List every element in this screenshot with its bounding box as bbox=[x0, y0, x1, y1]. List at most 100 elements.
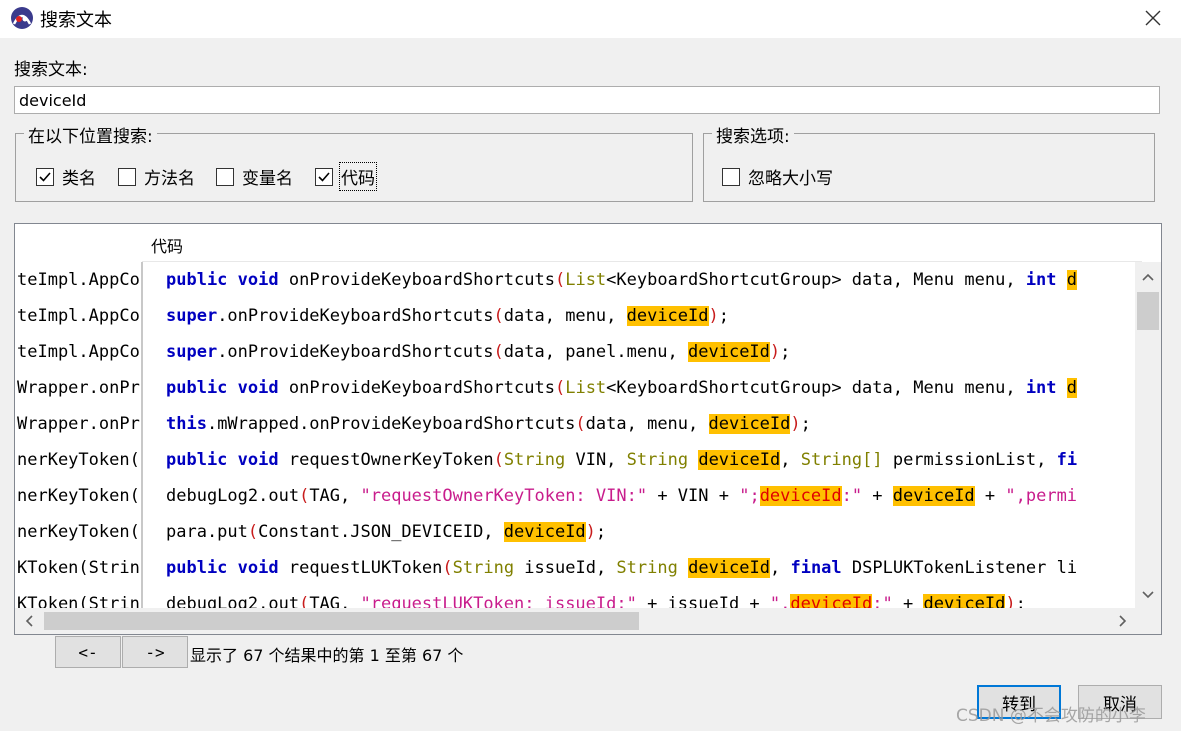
code-token: onProvideKeyboardShortcuts bbox=[278, 270, 555, 290]
prev-page-button[interactable]: <- bbox=[55, 636, 121, 668]
match-highlight: deviceId bbox=[626, 306, 709, 326]
code-token: "; bbox=[739, 486, 760, 506]
result-location-cell[interactable]: Wrapper.onPr bbox=[17, 370, 140, 406]
code-token: int bbox=[1025, 378, 1057, 398]
checkbox-box bbox=[315, 167, 333, 186]
result-location-cell[interactable]: nerKeyToken( bbox=[17, 442, 140, 478]
code-token: permissionList, bbox=[882, 450, 1057, 470]
code-token: ( bbox=[493, 450, 504, 470]
vertical-scrollbar[interactable] bbox=[1135, 262, 1161, 612]
result-code-row[interactable]: this.mWrapped.onProvideKeyboardShortcuts… bbox=[166, 406, 811, 442]
search-options-legend: 搜索选项: bbox=[712, 122, 794, 147]
checkbox-ignore-case[interactable]: 忽略大小写 bbox=[722, 164, 833, 189]
column-header-code[interactable]: 代码 bbox=[142, 224, 1142, 262]
code-token: String bbox=[616, 558, 678, 578]
code-token: ; bbox=[718, 306, 729, 326]
match-highlight: deviceId bbox=[892, 486, 975, 506]
checkbox-label: 代码 bbox=[339, 162, 377, 191]
code-token: fi bbox=[1056, 450, 1078, 470]
code-token: super bbox=[166, 306, 218, 326]
match-highlight: deviceId bbox=[503, 522, 586, 542]
code-token: public bbox=[166, 450, 228, 470]
checkbox-method-name[interactable]: 方法名 bbox=[118, 164, 195, 189]
app-logo-icon bbox=[11, 7, 33, 29]
code-token: ; bbox=[780, 342, 791, 362]
result-location-cell[interactable]: nerKeyToken( bbox=[17, 478, 140, 514]
match-highlight: deviceId bbox=[759, 486, 842, 506]
code-token: data, menu, bbox=[585, 414, 709, 434]
code-token: public bbox=[166, 270, 228, 290]
checkbox-box bbox=[216, 167, 234, 186]
result-code-row[interactable]: public void onProvideKeyboardShortcuts(L… bbox=[166, 370, 1078, 406]
code-token: void bbox=[237, 558, 279, 578]
code-token: ( bbox=[442, 558, 453, 578]
checkbox-variable-name[interactable]: 变量名 bbox=[216, 164, 293, 189]
code-token: issueId, bbox=[514, 558, 617, 578]
horizontal-scroll-thumb[interactable] bbox=[44, 612, 639, 630]
code-token: String[] bbox=[800, 450, 883, 470]
result-location-cell[interactable]: KToken(Strin bbox=[17, 550, 140, 586]
search-options-group: 搜索选项: 忽略大小写 bbox=[703, 122, 1155, 202]
close-button[interactable] bbox=[1134, 0, 1172, 36]
code-token: ) bbox=[769, 342, 781, 362]
checkbox-label: 忽略大小写 bbox=[748, 169, 833, 189]
code-token: , bbox=[769, 558, 791, 578]
match-highlight: deviceId bbox=[698, 450, 781, 470]
scroll-right-button[interactable] bbox=[1109, 608, 1137, 634]
search-input[interactable] bbox=[14, 86, 1160, 114]
checkbox-box bbox=[118, 167, 136, 186]
checkbox-class-name[interactable]: 类名 bbox=[36, 164, 96, 189]
result-code-row[interactable]: para.put(Constant.JSON_DEVICEID, deviceI… bbox=[166, 514, 606, 550]
scroll-down-button[interactable] bbox=[1135, 580, 1161, 610]
scroll-up-icon bbox=[1142, 273, 1154, 281]
code-token: VIN, bbox=[565, 450, 627, 470]
result-code-row[interactable]: debugLog2.out(TAG, "requestOwnerKeyToken… bbox=[166, 478, 1077, 514]
scroll-up-button[interactable] bbox=[1135, 262, 1161, 292]
code-token: ( bbox=[247, 522, 259, 542]
result-location-cell[interactable]: teImpl.AppCo bbox=[17, 334, 140, 370]
result-code-row[interactable]: super.onProvideKeyboardShortcuts(data, m… bbox=[166, 298, 729, 334]
checkbox-code[interactable]: 代码 bbox=[315, 162, 377, 191]
code-token: void bbox=[237, 270, 279, 290]
result-code-row[interactable]: public void requestLUKToken(String issue… bbox=[166, 550, 1077, 586]
checkbox-label: 变量名 bbox=[242, 169, 293, 189]
code-token: debugLog2.out bbox=[166, 486, 300, 506]
code-token: onProvideKeyboardShortcuts bbox=[278, 378, 555, 398]
result-code-row[interactable]: public void onProvideKeyboardShortcuts(L… bbox=[166, 262, 1078, 298]
column-header-label: 代码 bbox=[151, 237, 184, 256]
code-token: ( bbox=[493, 306, 504, 326]
code-token: ( bbox=[554, 270, 566, 290]
code-token: <KeyboardShortcutGroup> data, Menu menu, bbox=[606, 270, 1026, 290]
result-location-cell[interactable]: nerKeyToken( bbox=[17, 514, 140, 550]
code-token: void bbox=[237, 378, 279, 398]
code-token: + VIN + bbox=[647, 486, 740, 506]
code-token: Constant.JSON_DEVICEID, bbox=[258, 522, 504, 542]
result-code-row[interactable]: super.onProvideKeyboardShortcuts(data, p… bbox=[166, 334, 790, 370]
code-token: ( bbox=[299, 486, 310, 506]
watermark-text: CSDN @不会攻防的小李 bbox=[956, 706, 1146, 726]
horizontal-scrollbar[interactable] bbox=[15, 608, 1161, 634]
window-title: 搜索文本 bbox=[40, 10, 112, 31]
vertical-scroll-thumb[interactable] bbox=[1137, 292, 1159, 330]
result-code-row[interactable]: public void requestOwnerKeyToken(String … bbox=[166, 442, 1077, 478]
result-location-cell[interactable]: Wrapper.onPr bbox=[17, 406, 140, 442]
close-icon bbox=[1145, 10, 1161, 26]
match-highlight: d bbox=[1066, 270, 1078, 290]
next-page-button[interactable]: -> bbox=[122, 636, 188, 668]
code-token: public bbox=[166, 378, 228, 398]
result-location-cell[interactable]: teImpl.AppCo bbox=[17, 262, 140, 298]
code-token: String bbox=[503, 450, 566, 470]
scroll-left-button[interactable] bbox=[15, 608, 43, 634]
code-token: String bbox=[626, 450, 689, 470]
checkmark-icon bbox=[39, 171, 51, 182]
code-token: void bbox=[237, 450, 279, 470]
result-location-cell[interactable]: teImpl.AppCo bbox=[17, 298, 140, 334]
code-token: ( bbox=[575, 414, 586, 434]
code-token: + bbox=[974, 486, 1006, 506]
code-token: List bbox=[565, 270, 607, 290]
